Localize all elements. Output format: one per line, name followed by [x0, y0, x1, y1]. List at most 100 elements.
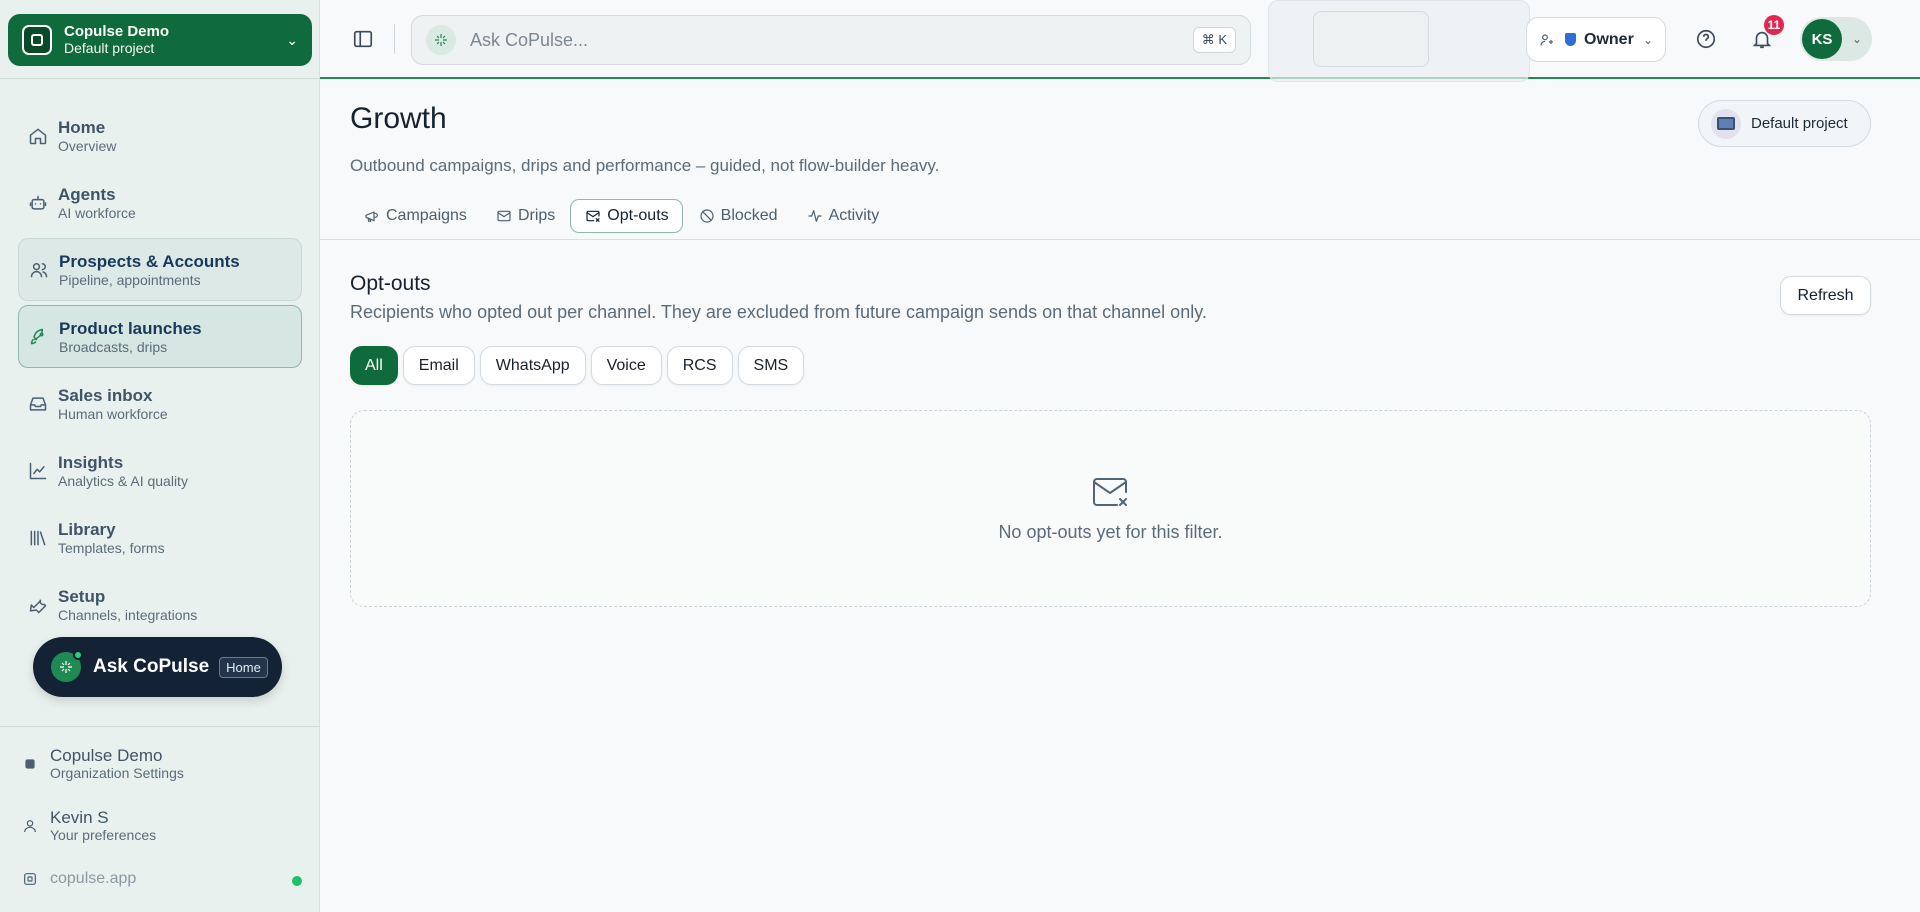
growth-tabs: Campaigns Drips Opt-outs Blocked Activit… — [350, 198, 894, 234]
ask-search-input[interactable] — [470, 29, 1193, 51]
sidebar-item-sales-inbox[interactable]: Sales inbox Human workforce — [18, 372, 302, 435]
sidebar-item-sub: Analytics & AI quality — [58, 472, 188, 489]
mail-x-icon — [1091, 475, 1131, 511]
loading-overlay — [1268, 0, 1530, 82]
megaphone-icon — [365, 211, 378, 222]
sidebar-item-library[interactable]: Library Templates, forms — [18, 506, 302, 569]
tab-label: Opt-outs — [607, 207, 669, 224]
robot-icon — [28, 193, 48, 213]
user-icon — [22, 818, 38, 834]
filter-sms[interactable]: SMS — [737, 346, 805, 385]
sidebar-item-label: Home — [58, 117, 106, 137]
refresh-button[interactable]: Refresh — [1780, 276, 1871, 315]
shield-icon — [1565, 33, 1576, 46]
filter-whatsapp[interactable]: WhatsApp — [479, 346, 586, 385]
user-name: Kevin S — [50, 808, 109, 827]
org-settings-link[interactable]: Copulse Demo Organization Settings — [22, 746, 184, 781]
sidebar: Copulse Demo Default project ⌄ Home Overv… — [0, 0, 320, 912]
tab-campaigns[interactable]: Campaigns — [350, 199, 480, 233]
sidebar-item-sub: Templates, forms — [58, 539, 165, 556]
role-label: Owner — [1584, 30, 1634, 48]
users-icon — [29, 260, 49, 280]
online-dot — [73, 650, 83, 660]
filter-rcs[interactable]: RCS — [666, 346, 733, 385]
tabs-divider — [320, 239, 1920, 240]
monitor-icon — [1711, 108, 1741, 139]
empty-state-text: No opt-outs yet for this filter. — [998, 522, 1223, 542]
sidebar-item-label: Agents — [58, 184, 116, 204]
org-settings-sub: Organization Settings — [50, 765, 184, 781]
home-icon — [28, 126, 48, 146]
sidebar-item-agents[interactable]: Agents AI workforce — [18, 171, 302, 234]
page-description: Outbound campaigns, drips and performanc… — [350, 156, 940, 175]
sidebar-item-label: Insights — [58, 452, 124, 472]
mail-icon — [497, 210, 511, 222]
sidebar-item-sub: Pipeline, appointments — [59, 271, 201, 288]
domain-text: copulse.app — [50, 870, 137, 887]
org-name: Copulse Demo — [64, 23, 170, 40]
user-preferences-sub: Your preferences — [50, 827, 157, 843]
top-bar: ⌘ K Owner ⌄ 11 KS ⌄ — [320, 0, 1920, 82]
tab-label: Campaigns — [386, 207, 467, 224]
tab-label: Blocked — [720, 207, 778, 224]
sidebar-item-label: Prospects & Accounts — [59, 251, 240, 271]
avatar: KS — [1802, 19, 1842, 59]
sidebar-item-sub: Channels, integrations — [58, 606, 198, 623]
channel-filters: All Email WhatsApp Voice RCS SMS — [350, 346, 809, 385]
org-switcher[interactable]: Copulse Demo Default project ⌄ — [8, 14, 312, 66]
filter-voice[interactable]: Voice — [590, 346, 662, 385]
org-logo-icon — [22, 25, 52, 55]
org-project: Default project — [64, 40, 155, 56]
sidebar-item-label: Product launches — [59, 318, 202, 338]
inbox-icon — [28, 394, 48, 414]
sidebar-item-sub: AI workforce — [58, 204, 136, 221]
tab-label: Drips — [517, 207, 556, 224]
sidebar-nav: Home Overview Agents AI workforce Prospect… — [18, 104, 302, 640]
sidebar-toggle-icon[interactable] — [352, 28, 374, 50]
filter-email[interactable]: Email — [402, 346, 475, 385]
sidebar-item-sub: Overview — [58, 137, 117, 154]
wrench-icon — [28, 595, 48, 615]
ask-search-bar[interactable]: ⌘ K — [411, 15, 1251, 65]
activity-icon — [807, 210, 822, 222]
user-preferences-link[interactable]: Kevin S Your preferences — [22, 808, 156, 843]
loading-placeholder — [1313, 11, 1429, 67]
sparkle-icon — [51, 650, 83, 682]
role-selector[interactable]: Owner ⌄ — [1526, 17, 1666, 62]
filter-all[interactable]: All — [350, 346, 398, 385]
tab-blocked[interactable]: Blocked — [685, 199, 791, 233]
sidebar-item-label: Library — [58, 519, 116, 539]
ask-copulse-button[interactable]: Ask CoPulse Home — [33, 637, 282, 697]
sidebar-item-prospects[interactable]: Prospects & Accounts Pipeline, appointmen… — [18, 238, 302, 301]
library-icon — [28, 528, 48, 548]
sidebar-item-insights[interactable]: Insights Analytics & AI quality — [18, 439, 302, 502]
org-settings-title: Copulse Demo — [50, 746, 163, 765]
tab-label: Activity — [828, 207, 880, 224]
domain-link[interactable]: copulse.app — [22, 870, 136, 888]
project-selector[interactable]: Default project — [1698, 100, 1871, 147]
project-label: Default project — [1751, 115, 1848, 132]
sidebar-item-label: Setup — [58, 586, 106, 606]
section-description: Recipients who opted out per channel. Th… — [350, 302, 1207, 322]
empty-state: No opt-outs yet for this filter. — [350, 410, 1871, 607]
building-icon — [22, 756, 38, 772]
sidebar-item-label: Sales inbox — [58, 385, 153, 405]
sparkle-icon — [426, 25, 456, 55]
tab-activity[interactable]: Activity — [793, 199, 893, 233]
user-role-icon — [1539, 32, 1555, 48]
tab-drips[interactable]: Drips — [482, 199, 568, 233]
chevron-down-icon: ⌄ — [286, 31, 298, 48]
chevron-down-icon: ⌄ — [1852, 32, 1863, 46]
sidebar-item-product-launches[interactable]: Product launches Broadcasts, drips — [18, 305, 302, 368]
sidebar-item-setup[interactable]: Setup Channels, integrations — [18, 573, 302, 636]
help-icon[interactable] — [1695, 28, 1717, 50]
mail-x-icon — [586, 210, 600, 222]
toolbar-separator — [394, 24, 395, 54]
sidebar-item-home[interactable]: Home Overview — [18, 104, 302, 167]
tab-opt-outs[interactable]: Opt-outs — [570, 199, 683, 233]
user-menu[interactable]: KS ⌄ — [1800, 17, 1872, 61]
notification-badge: 11 — [1764, 15, 1784, 35]
app-logo-icon — [22, 871, 38, 887]
sidebar-divider — [0, 726, 320, 727]
status-dot — [292, 876, 302, 886]
